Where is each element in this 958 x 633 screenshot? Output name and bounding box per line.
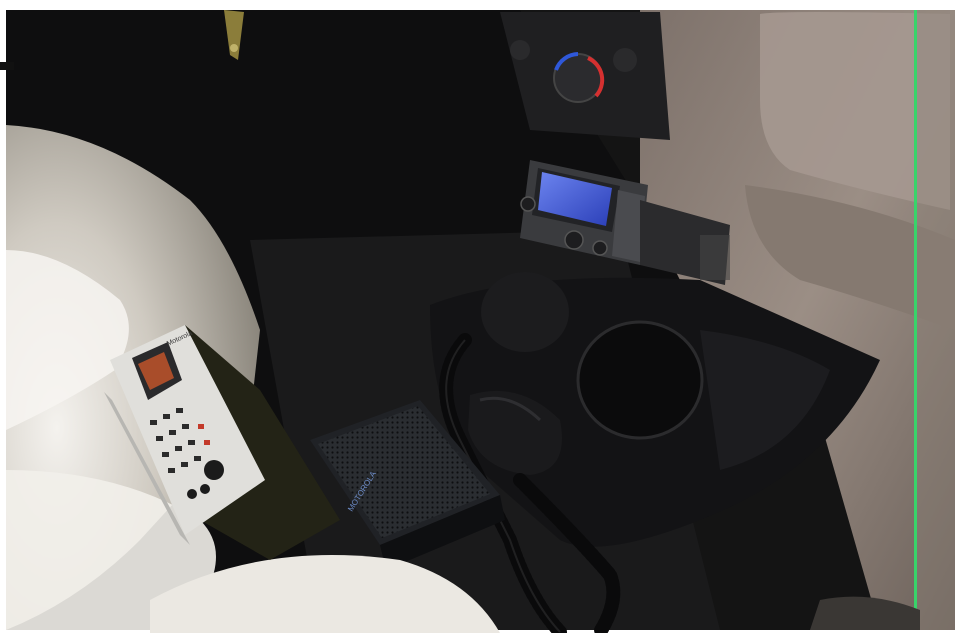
in-vehicle-radio-photo: MOTOROLA Motorola (0, 0, 958, 633)
radio-volume-knob (564, 230, 584, 250)
scan-edge-bar (0, 62, 14, 70)
radio-unit-knob (204, 460, 224, 480)
cup-holder (576, 320, 704, 440)
scan-line-artifact (914, 10, 917, 630)
microphone-hanger (481, 272, 569, 352)
